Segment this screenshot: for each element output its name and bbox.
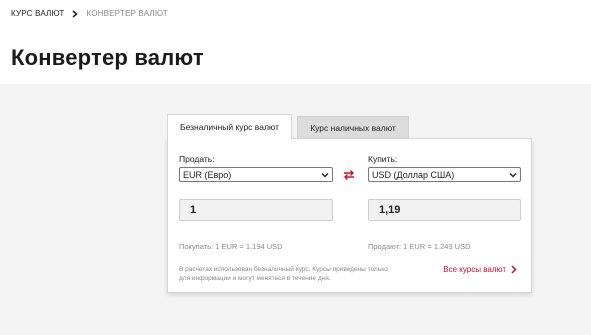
chevron-down-icon	[509, 173, 517, 178]
swap-arrows-icon[interactable]	[342, 169, 356, 181]
sell-rate-text: Покупать: 1 EUR = 1.194 USD	[179, 242, 283, 251]
all-rates-link-label: Все курсы валют	[443, 265, 506, 274]
buy-rate-text: Продают: 1 EUR = 1.243 USD	[368, 242, 471, 251]
converter-card: Продать: EUR (Евро) 1 Покупать: 1 EUR = …	[167, 138, 532, 293]
buy-currency-value: USD (Доллар США)	[372, 169, 455, 180]
sell-currency-select[interactable]: EUR (Евро)	[179, 167, 333, 182]
buy-currency-select[interactable]: USD (Доллар США)	[368, 167, 521, 182]
sell-currency-value: EUR (Евро)	[183, 169, 232, 180]
all-rates-link[interactable]: Все курсы валют	[443, 265, 517, 274]
chevron-right-icon	[511, 265, 517, 274]
tab-cashless-rate[interactable]: Безналичный курс валют	[167, 114, 292, 139]
chevron-down-icon	[321, 173, 329, 178]
disclaimer-note: В расчетах использован безналичный курс.…	[179, 266, 388, 282]
page-header: КУРС ВАЛЮТ КОНВЕРТЕР ВАЛЮТ Конвертер вал…	[0, 0, 591, 84]
breadcrumb-link-exchange-rates[interactable]: КУРС ВАЛЮТ	[11, 9, 64, 18]
tab-cash-rate[interactable]: Курс наличных валют	[297, 116, 409, 138]
sell-amount-input[interactable]: 1	[179, 199, 333, 221]
chevron-right-icon	[71, 9, 79, 18]
rate-type-tabs: Безналичный курс валют Курс наличных вал…	[167, 114, 409, 139]
buy-amount-output[interactable]: 1,19	[368, 199, 521, 221]
breadcrumb-current: КОНВЕРТЕР ВАЛЮТ	[86, 9, 168, 18]
breadcrumb: КУРС ВАЛЮТ КОНВЕРТЕР ВАЛЮТ	[11, 9, 168, 18]
sell-label: Продать:	[179, 154, 215, 164]
page-title: Конвертер валют	[11, 45, 204, 70]
buy-label: Купить:	[368, 154, 398, 164]
